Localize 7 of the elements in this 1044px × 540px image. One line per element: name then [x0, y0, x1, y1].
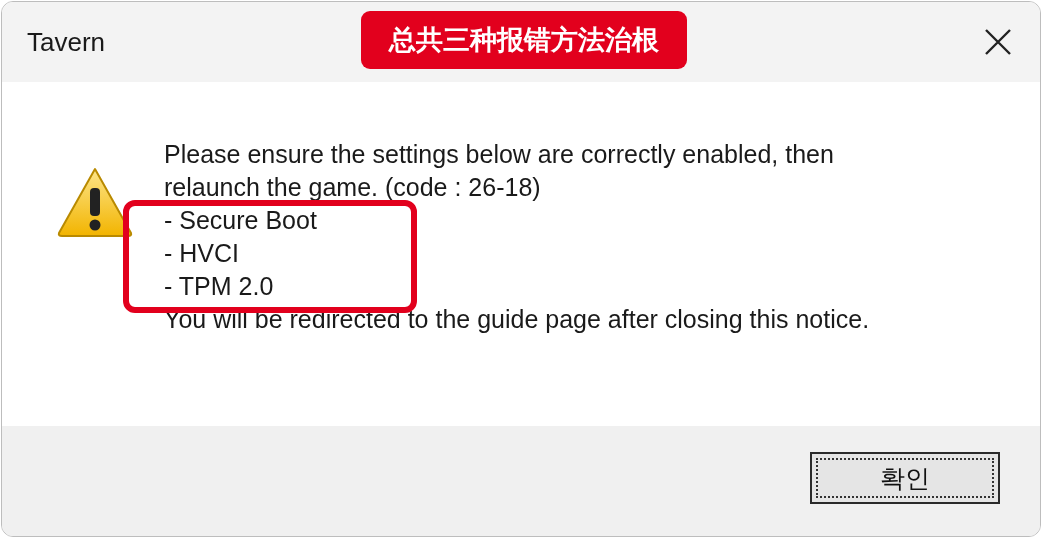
- list-item: - TPM 2.0: [164, 271, 275, 302]
- window-title: Tavern: [27, 26, 106, 58]
- message-text: Please ensure the settings below are correctly enabled, then relaunch the game. (code : 26-18): [164, 139, 835, 203]
- list-item: - Secure Boot: [164, 205, 318, 236]
- ok-button[interactable]: 확인: [810, 452, 1000, 504]
- list-item: - HVCI: [164, 238, 240, 269]
- annotation-banner: 总共三种报错方法治根: [361, 11, 687, 69]
